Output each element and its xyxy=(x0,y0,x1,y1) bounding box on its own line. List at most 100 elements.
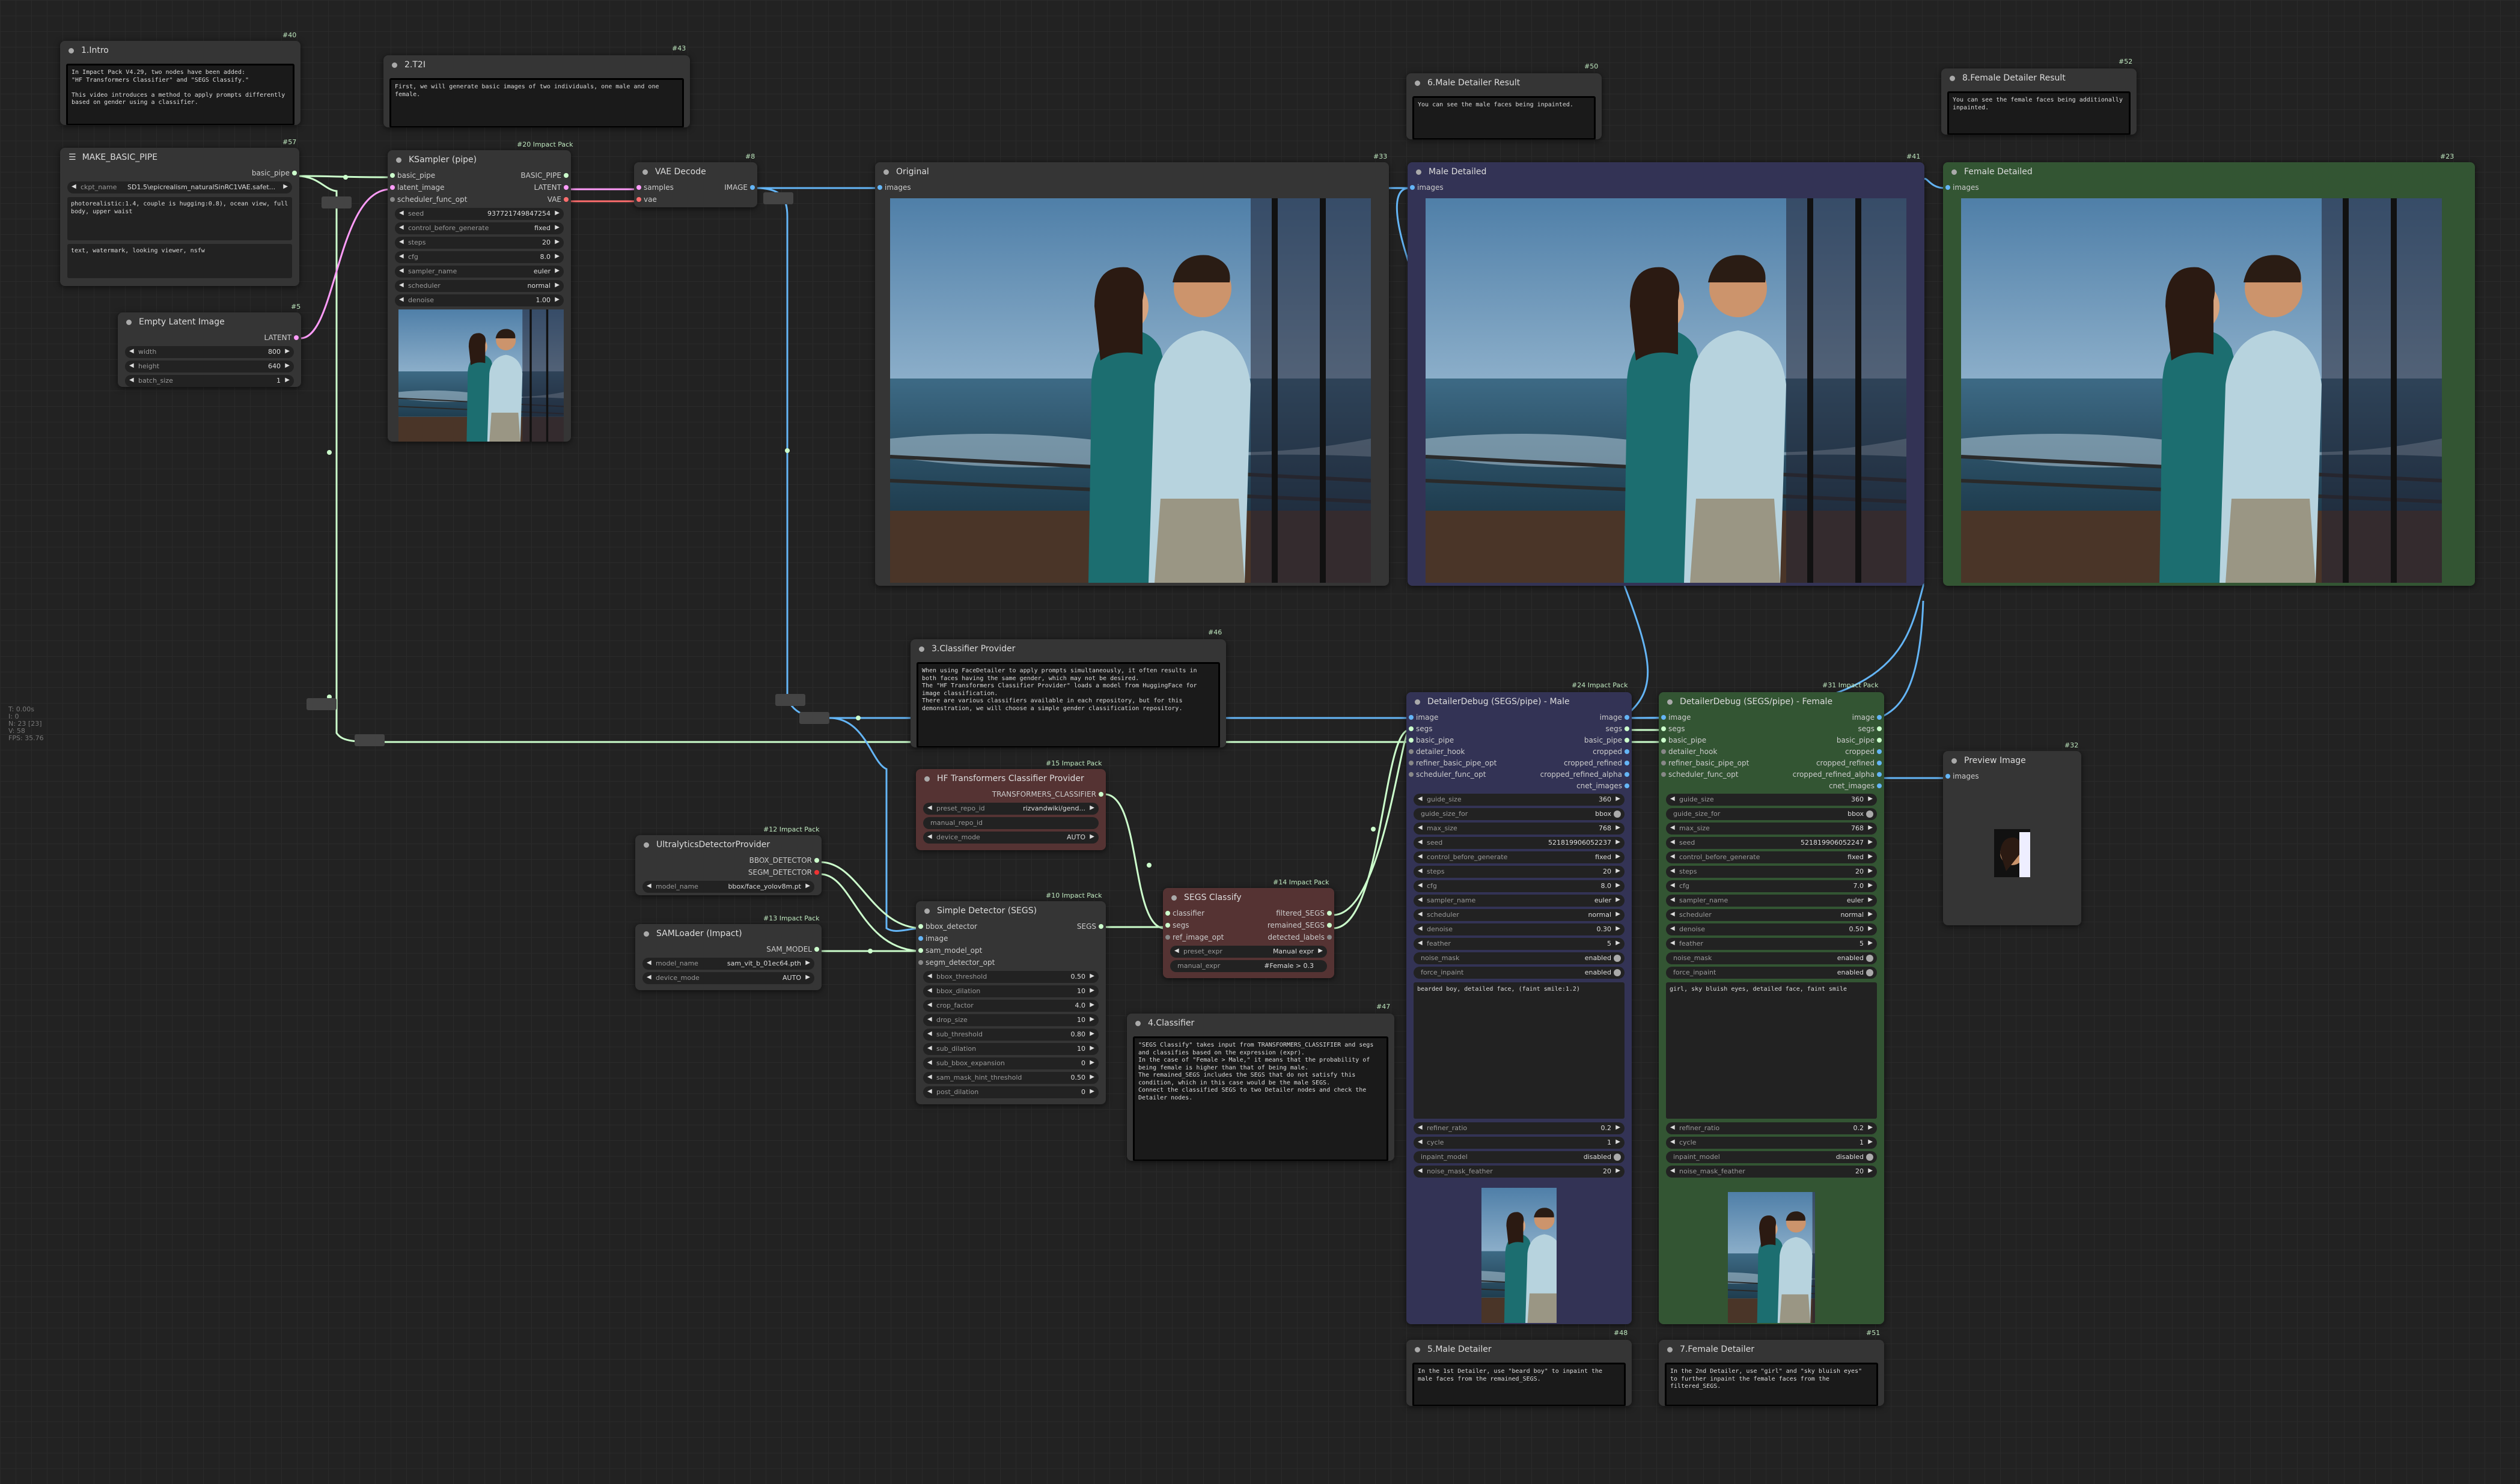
collapse-dot-icon[interactable] xyxy=(1415,1346,1420,1352)
widget-guide-size-for[interactable]: guide_size_for bbox xyxy=(1414,808,1625,820)
output-slot[interactable] xyxy=(814,858,819,863)
toggle-icon[interactable] xyxy=(1614,955,1621,962)
note-intro[interactable]: 1.Intro In Impact Pack V4.29, two nodes … xyxy=(60,41,301,125)
input-slot[interactable] xyxy=(918,936,923,941)
widget-feather[interactable]: ◀ feather 5 ▶ xyxy=(1414,938,1625,950)
widget-guide-size-for[interactable]: guide_size_for bbox xyxy=(1666,808,1877,820)
output-slot[interactable] xyxy=(292,171,297,175)
output-slot[interactable] xyxy=(1099,792,1103,797)
output-slot[interactable] xyxy=(1625,726,1629,731)
widget-noise-mask-feather[interactable]: ◀ noise_mask_feather 20 ▶ xyxy=(1414,1166,1625,1178)
toggle-icon[interactable] xyxy=(1614,969,1621,976)
note-classifier-provider[interactable]: 3.Classifier Provider When using FaceDet… xyxy=(911,639,1226,747)
widget-control-before-generate[interactable]: ◀ control_before_generate fixed ▶ xyxy=(395,222,564,234)
input-slot[interactable] xyxy=(1165,935,1170,940)
arrow-right-icon[interactable]: ▶ xyxy=(1868,795,1873,802)
arrow-right-icon[interactable]: ▶ xyxy=(1868,868,1873,874)
input-slot[interactable] xyxy=(877,185,882,190)
arrow-left-icon[interactable]: ◀ xyxy=(1670,1167,1675,1174)
widget-denoise[interactable]: ◀ denoise 0.50 ▶ xyxy=(1666,923,1877,935)
widget-noise-mask-feather[interactable]: ◀ noise_mask_feather 20 ▶ xyxy=(1666,1166,1877,1178)
arrow-left-icon[interactable]: ◀ xyxy=(1670,1139,1675,1145)
widget-seed[interactable]: ◀ seed 937721749847254 ▶ xyxy=(395,208,564,220)
arrow-left-icon[interactable]: ◀ xyxy=(1670,824,1675,831)
widget-seed[interactable]: ◀ seed 521819906052247 ▶ xyxy=(1666,837,1877,849)
arrow-left-icon[interactable]: ◀ xyxy=(1418,940,1423,946)
collapse-dot-icon[interactable] xyxy=(1667,699,1673,705)
arrow-left-icon[interactable]: ◀ xyxy=(1418,882,1423,889)
arrow-right-icon[interactable]: ▶ xyxy=(1615,882,1620,889)
arrow-right-icon[interactable]: ▶ xyxy=(1615,911,1620,917)
toggle-icon[interactable] xyxy=(1866,1154,1873,1161)
input-slot[interactable] xyxy=(636,185,641,190)
arrow-left-icon[interactable]: ◀ xyxy=(1418,896,1423,903)
arrow-left-icon[interactable]: ◀ xyxy=(1418,925,1423,932)
output-slot[interactable] xyxy=(294,335,299,340)
collapse-dot-icon[interactable] xyxy=(1415,80,1420,86)
node-preview-image[interactable]: Preview Image images xyxy=(1943,751,2081,925)
node-empty-latent[interactable]: Empty Latent Image LATENT ◀ width 800 ▶ ◀ he… xyxy=(118,312,301,387)
widget-cfg[interactable]: ◀ cfg 7.0 ▶ xyxy=(1666,880,1877,892)
input-slot[interactable] xyxy=(1409,749,1414,754)
arrow-left-icon[interactable]: ◀ xyxy=(1670,911,1675,917)
output-slot[interactable] xyxy=(1877,783,1882,788)
widget-manual-expr[interactable]: manual_expr #Female > 0.3 xyxy=(1170,960,1327,972)
collapse-dot-icon[interactable] xyxy=(1950,75,1955,81)
note-t2i[interactable]: 2.T2I First, we will generate basic imag… xyxy=(383,55,690,127)
note-female-result[interactable]: 8.Female Detailer Result You can see the… xyxy=(1941,68,2137,135)
arrow-right-icon[interactable]: ▶ xyxy=(1615,1139,1620,1145)
widget-model-name[interactable]: ◀ model_name bbox/face_yolov8m.pt ▶ xyxy=(642,881,814,893)
collapse-dot-icon[interactable] xyxy=(1171,895,1177,901)
widget-sam-mask-hint-threshold[interactable]: ◀ sam_mask_hint_threshold 0.50 ▶ xyxy=(923,1072,1099,1084)
arrow-left-icon[interactable]: ◀ xyxy=(1670,896,1675,903)
arrow-left-icon[interactable]: ◀ xyxy=(1418,1139,1423,1145)
widget-width[interactable]: ◀ width 800 ▶ xyxy=(125,346,294,358)
widget-sampler-name[interactable]: ◀ sampler_name euler ▶ xyxy=(395,266,564,278)
output-slot[interactable] xyxy=(1625,749,1629,754)
output-slot[interactable] xyxy=(564,197,569,202)
arrow-left-icon[interactable]: ◀ xyxy=(1670,1124,1675,1131)
arrow-right-icon[interactable]: ▶ xyxy=(1615,824,1620,831)
arrow-left-icon[interactable]: ◀ xyxy=(1670,868,1675,874)
widget-refiner-ratio[interactable]: ◀ refiner_ratio 0.2 ▶ xyxy=(1666,1122,1877,1134)
widget-bbox-dilation[interactable]: ◀ bbox_dilation 10 ▶ xyxy=(923,985,1099,997)
arrow-left-icon[interactable]: ◀ xyxy=(1670,853,1675,860)
widget-guide-size[interactable]: ◀ guide_size 360 ▶ xyxy=(1414,794,1625,806)
positive-prompt[interactable]: photorealistic:1.4, couple is hugging:0.… xyxy=(67,197,292,240)
widget-noise-mask[interactable]: noise_mask enabled xyxy=(1414,952,1625,964)
arrow-right-icon[interactable]: ▶ xyxy=(1868,896,1873,903)
collapse-dot-icon[interactable] xyxy=(1135,1020,1141,1026)
arrow-right-icon[interactable]: ▶ xyxy=(1615,839,1620,845)
input-slot[interactable] xyxy=(1165,911,1170,916)
output-slot[interactable] xyxy=(814,947,819,952)
widget-sampler-name[interactable]: ◀ sampler_name euler ▶ xyxy=(1414,895,1625,907)
widget-force-inpaint[interactable]: force_inpaint enabled xyxy=(1666,967,1877,979)
output-slot[interactable] xyxy=(814,870,819,875)
widget-manual-repo-id[interactable]: manual_repo_id xyxy=(923,817,1099,829)
input-slot[interactable] xyxy=(1410,185,1415,190)
input-slot[interactable] xyxy=(390,185,395,190)
input-slot[interactable] xyxy=(918,948,923,953)
arrow-right-icon[interactable]: ▶ xyxy=(1615,868,1620,874)
note-text[interactable]: When using FaceDetailer to apply prompts… xyxy=(917,662,1220,747)
widget-max-size[interactable]: ◀ max_size 768 ▶ xyxy=(1414,823,1625,835)
arrow-right-icon[interactable]: ▶ xyxy=(1615,925,1620,932)
input-slot[interactable] xyxy=(918,924,923,929)
input-slot[interactable] xyxy=(1409,715,1414,720)
note-text[interactable]: First, we will generate basic images of … xyxy=(389,78,684,127)
note-text[interactable]: In Impact Pack V4.29, two nodes have bee… xyxy=(66,64,294,125)
node-samloader[interactable]: SAMLoader (Impact) SAM_MODEL ◀ model_name… xyxy=(635,924,822,990)
input-slot[interactable] xyxy=(1409,761,1414,765)
output-slot[interactable] xyxy=(1327,935,1332,940)
widget-max-size[interactable]: ◀ max_size 768 ▶ xyxy=(1666,823,1877,835)
widget-device-mode[interactable]: ◀ device_mode AUTO ▶ xyxy=(923,832,1099,844)
widget-sub-dilation[interactable]: ◀ sub_dilation 10 ▶ xyxy=(923,1043,1099,1055)
widget-scheduler[interactable]: ◀ scheduler normal ▶ xyxy=(395,280,564,292)
input-slot[interactable] xyxy=(918,960,923,965)
output-slot[interactable] xyxy=(564,185,569,190)
note-male-result[interactable]: 6.Male Detailer Result You can see the m… xyxy=(1406,73,1602,139)
widget-scheduler[interactable]: ◀ scheduler normal ▶ xyxy=(1666,909,1877,921)
widget-denoise[interactable]: ◀ denoise 1.00 ▶ xyxy=(395,294,564,306)
arrow-right-icon[interactable]: ▶ xyxy=(1868,1139,1873,1145)
widget-control-before-generate[interactable]: ◀ control_before_generate fixed ▶ xyxy=(1666,851,1877,863)
